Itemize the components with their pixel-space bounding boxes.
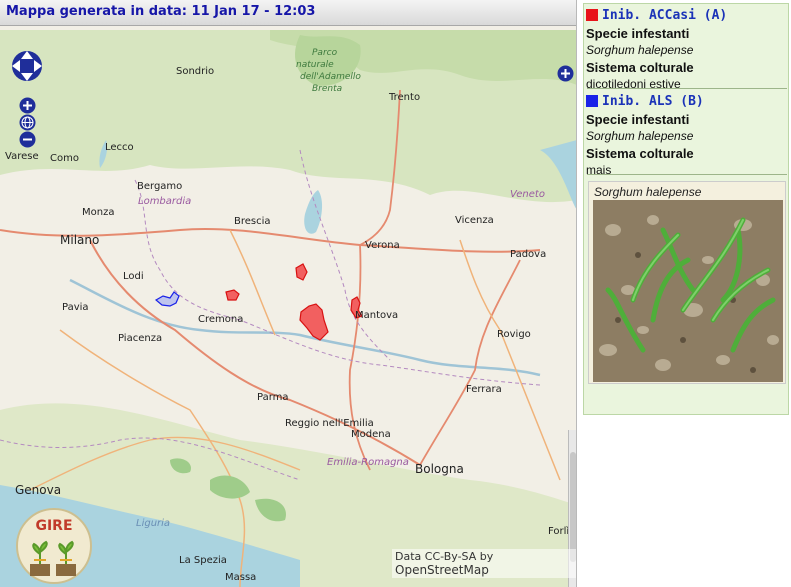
legend-entry-a: Inib. ACCasi (A) Specie infestanti Sorgh…: [586, 7, 786, 91]
city-label: Padova: [510, 249, 546, 260]
label-species: Specie infestanti: [586, 26, 690, 41]
legend-panel: Inib. ACCasi (A) Specie infestanti Sorgh…: [583, 3, 789, 415]
city-label: Massa: [225, 572, 256, 583]
swatch-blue: [586, 95, 598, 107]
seedling-icon: [30, 540, 76, 576]
road-east: [459, 239, 561, 481]
city-label: Genova: [15, 483, 61, 497]
city-label: Modena: [351, 429, 391, 440]
city-label: Reggio nell'Emilia: [285, 418, 374, 429]
map-view[interactable]: Lombardia Veneto Emilia-Romagna Liguria …: [0, 0, 577, 587]
city-label: Piacenza: [118, 333, 162, 344]
area-b-1[interactable]: [154, 291, 180, 307]
city-label: Sondrio: [176, 66, 214, 77]
city-label: Lecco: [105, 142, 134, 153]
city-label: Varese: [5, 151, 39, 162]
park-label-1: Parco: [312, 48, 338, 58]
zoom-out-button[interactable]: [19, 131, 36, 148]
city-label: Brescia: [234, 216, 271, 227]
city-label: Bologna: [415, 462, 464, 476]
city-label: Milano: [60, 233, 99, 247]
legend-separator: [587, 88, 787, 89]
region-label-emilia: Emilia-Romagna: [327, 457, 409, 468]
city-label: Como: [50, 153, 79, 164]
park-label-4: Brenta: [312, 84, 342, 94]
city-label: Forlì: [548, 525, 569, 537]
region-label-liguria: Liguria: [136, 518, 170, 529]
city-label: La Spezia: [179, 555, 227, 566]
scrollbar-thumb[interactable]: [570, 452, 576, 562]
park-label-2: naturale: [296, 60, 334, 70]
area-a-2[interactable]: [225, 289, 240, 301]
city-label: Pavia: [62, 302, 89, 313]
region-label-lombardia: Lombardia: [138, 196, 191, 207]
city-label: Mantova: [355, 310, 398, 321]
map-basemap: Lombardia Veneto Emilia-Romagna Liguria …: [0, 30, 576, 587]
city-label: Monza: [82, 207, 114, 218]
world-icon[interactable]: [19, 114, 36, 131]
attribution-prefix: Data CC-By-SA by: [395, 550, 494, 563]
city-label: Rovigo: [497, 329, 531, 340]
legend-entry-title: Inib. ACCasi (A): [602, 7, 728, 23]
city-label: Verona: [365, 240, 400, 251]
legend-entry-b: Inib. ALS (B) Specie infestanti Sorghum …: [586, 93, 786, 177]
generation-date-banner: Mappa generata in data: 11 Jan 17 - 12:0…: [0, 0, 576, 26]
map-attribution: Data CC-By-SA by OpenStreetMap: [392, 549, 576, 578]
po-river: [69, 278, 541, 377]
park-label-3: dell'Adamello: [300, 72, 361, 82]
region-label-veneto: Veneto: [510, 189, 545, 200]
sorghum-photo: [593, 200, 783, 382]
zoom-in-button[interactable]: [19, 97, 36, 114]
gire-logo: GIRE: [16, 508, 92, 584]
city-label: Vicenza: [455, 215, 494, 226]
city-label: Bergamo: [137, 181, 182, 192]
city-label: Ferrara: [466, 384, 502, 395]
swatch-red: [586, 9, 598, 21]
pan-control[interactable]: [9, 48, 45, 84]
openstreetmap-link[interactable]: OpenStreetMap: [395, 563, 489, 577]
legend-entry-header: Inib. ACCasi (A): [586, 7, 786, 23]
region-border-1: [134, 179, 541, 386]
value-species: Sorghum halepense: [586, 129, 694, 143]
legend-entry-title: Inib. ALS (B): [602, 93, 704, 109]
gire-logo-text: GIRE: [35, 518, 73, 534]
photo-caption: Sorghum halepense: [594, 185, 702, 199]
label-system: Sistema colturale: [586, 146, 694, 161]
area-a-1[interactable]: [295, 263, 308, 281]
lake-garda: [304, 190, 323, 234]
legend-entry-header: Inib. ALS (B): [586, 93, 786, 109]
city-label: Lodi: [123, 271, 144, 282]
label-species: Specie infestanti: [586, 112, 690, 127]
layer-switcher-button[interactable]: [557, 65, 574, 82]
label-system: Sistema colturale: [586, 60, 694, 75]
city-label: Trento: [388, 92, 420, 103]
legend-separator: [587, 174, 787, 175]
app-root: Lombardia Veneto Emilia-Romagna Liguria …: [0, 0, 791, 587]
city-label: Cremona: [198, 314, 243, 325]
value-species: Sorghum halepense: [586, 43, 694, 57]
weed-photo-card: Sorghum halepense: [588, 181, 786, 384]
area-a-3[interactable]: [299, 303, 329, 341]
city-label: Parma: [257, 392, 289, 403]
